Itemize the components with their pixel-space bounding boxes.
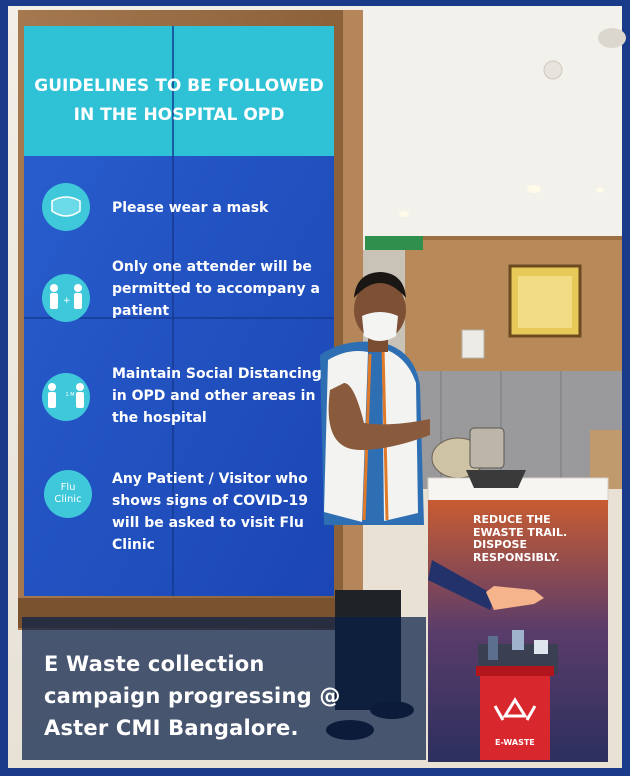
bin-slogan: REDUCE THE EWASTE TRAIL. DISPOSE RESPONS… bbox=[473, 513, 593, 564]
screen-title: GUIDELINES TO BE FOLLOWED IN THE HOSPITA… bbox=[26, 72, 332, 130]
ewaste-bin-label: E-WASTE bbox=[495, 738, 535, 747]
flu-label: Flu bbox=[60, 482, 76, 493]
photo-frame: + GUIDELINES TO BE FOLLOWED IN THE HOSPI… bbox=[0, 0, 630, 776]
svg-text:+: + bbox=[63, 296, 71, 306]
bin-slogan-line-4: RESPONSIBLY. bbox=[473, 550, 560, 564]
guideline-attender: Only one attender will be permitted to a… bbox=[112, 259, 320, 319]
bin-slogan-line-3: DISPOSE bbox=[473, 538, 527, 551]
bin-slogan-line-1: REDUCE THE bbox=[473, 513, 551, 526]
caption-line-1: E Waste collection bbox=[44, 652, 265, 676]
caption-line-3: Aster CMI Bangalore. bbox=[44, 716, 299, 740]
guideline-flu-clinic: Any Patient / Visitor who shows signs of… bbox=[112, 471, 308, 553]
distancing-icon-label: 1 M bbox=[65, 392, 75, 398]
guideline-distancing: Maintain Social Distancing in OPD and ot… bbox=[112, 366, 322, 426]
flu-clinic-icon-label: Flu Clinic bbox=[44, 482, 92, 506]
guideline-mask: Please wear a mask bbox=[112, 200, 269, 216]
screen-title-line-1: GUIDELINES TO BE FOLLOWED bbox=[34, 76, 324, 96]
caption-text: E Waste collection campaign progressing … bbox=[44, 648, 404, 744]
screen-title-line-2: IN THE HOSPITAL OPD bbox=[73, 105, 285, 125]
caption-line-2: campaign progressing @ bbox=[44, 684, 341, 708]
clinic-label: Clinic bbox=[54, 494, 82, 505]
